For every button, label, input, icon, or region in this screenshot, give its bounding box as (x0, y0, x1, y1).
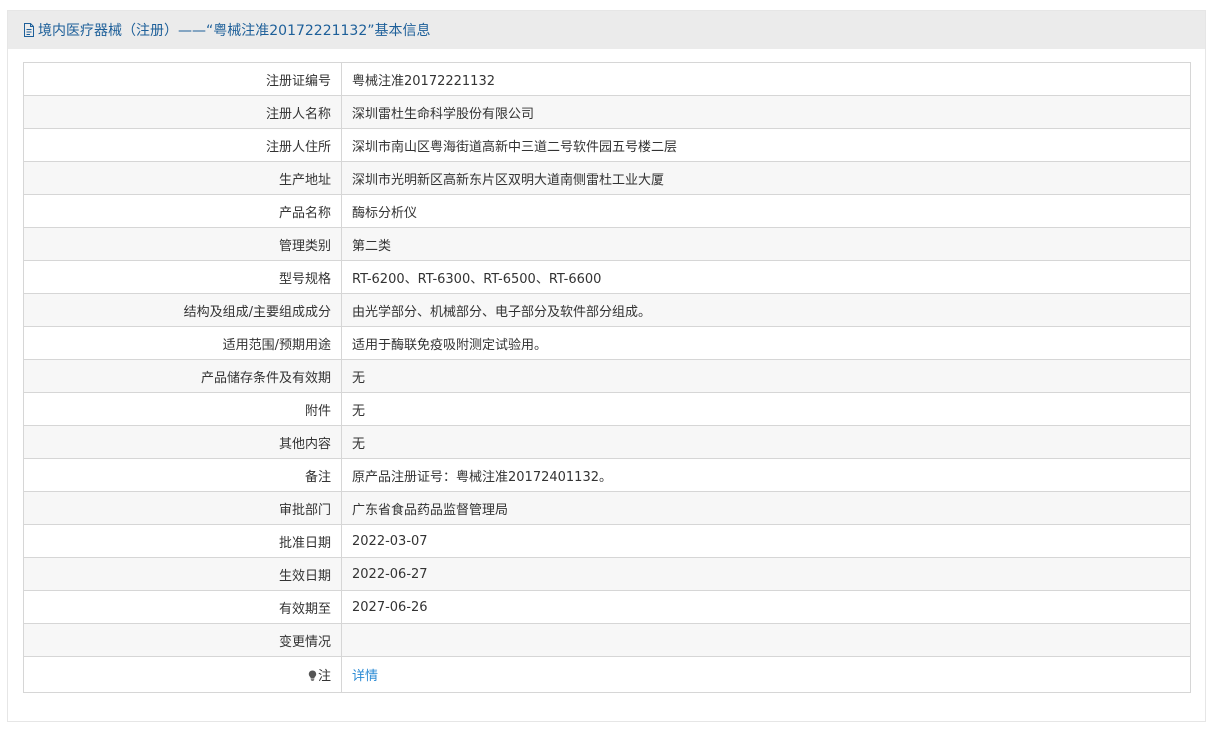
table-row: 管理类别 第二类 (23, 227, 1191, 261)
field-value: 2027-06-26 (341, 590, 1191, 624)
field-label: 其他内容 (23, 425, 342, 459)
table-row: 适用范围/预期用途 适用于酶联免疫吸附测定试验用。 (23, 326, 1191, 360)
field-value: RT-6200、RT-6300、RT-6500、RT-6600 (341, 260, 1191, 294)
table-row: 有效期至 2027-06-26 (23, 590, 1191, 624)
field-label: 型号规格 (23, 260, 342, 294)
field-value: 无 (341, 425, 1191, 459)
lightbulb-icon (308, 670, 317, 681)
field-value: 无 (341, 392, 1191, 426)
field-label: 适用范围/预期用途 (23, 326, 342, 360)
table-row: 批准日期 2022-03-07 (23, 524, 1191, 558)
table-row: 变更情况 (23, 623, 1191, 657)
field-label: 结构及组成/主要组成成分 (23, 293, 342, 327)
field-label: 审批部门 (23, 491, 342, 525)
field-label: 产品名称 (23, 194, 342, 228)
table-row: 审批部门 广东省食品药品监督管理局 (23, 491, 1191, 525)
field-value: 2022-06-27 (341, 557, 1191, 591)
field-label: 管理类别 (23, 227, 342, 261)
table-row: 生效日期 2022-06-27 (23, 557, 1191, 591)
table-row: 注册人住所 深圳市南山区粤海街道高新中三道二号软件园五号楼二层 (23, 128, 1191, 162)
field-value: 粤械注准20172221132 (341, 62, 1191, 96)
field-value: 深圳市光明新区高新东片区双明大道南侧雷杜工业大厦 (341, 161, 1191, 195)
field-value: 2022-03-07 (341, 524, 1191, 558)
note-value-cell: 详情 (341, 656, 1191, 693)
table-row: 结构及组成/主要组成成分 由光学部分、机械部分、电子部分及软件部分组成。 (23, 293, 1191, 327)
field-value: 深圳雷杜生命科学股份有限公司 (341, 95, 1191, 129)
table-row: 附件 无 (23, 392, 1191, 426)
field-value (341, 623, 1191, 657)
field-value: 无 (341, 359, 1191, 393)
field-label: 批准日期 (23, 524, 342, 558)
table-row: 产品储存条件及有效期 无 (23, 359, 1191, 393)
field-label: 产品储存条件及有效期 (23, 359, 342, 393)
field-value: 原产品注册证号：粤械注准20172401132。 (341, 458, 1191, 492)
table-row: 生产地址 深圳市光明新区高新东片区双明大道南侧雷杜工业大厦 (23, 161, 1191, 195)
page-title: 境内医疗器械（注册）——“粤械注准20172221132”基本信息 (38, 23, 431, 39)
field-label: 生产地址 (23, 161, 342, 195)
field-label: 有效期至 (23, 590, 342, 624)
info-table: 注册证编号 粤械注准20172221132 注册人名称 深圳雷杜生命科学股份有限… (23, 62, 1191, 693)
field-value: 由光学部分、机械部分、电子部分及软件部分组成。 (341, 293, 1191, 327)
field-value: 深圳市南山区粤海街道高新中三道二号软件园五号楼二层 (341, 128, 1191, 162)
table-row: 注册人名称 深圳雷杜生命科学股份有限公司 (23, 95, 1191, 129)
field-label: 注册证编号 (23, 62, 342, 96)
table-row: 产品名称 酶标分析仪 (23, 194, 1191, 228)
field-label: 备注 (23, 458, 342, 492)
info-panel: 境内医疗器械（注册）——“粤械注准20172221132”基本信息 注册证编号 … (7, 10, 1206, 722)
panel-header: 境内医疗器械（注册）——“粤械注准20172221132”基本信息 (8, 11, 1205, 49)
field-value: 酶标分析仪 (341, 194, 1191, 228)
details-link[interactable]: 详情 (352, 669, 378, 684)
field-label: 变更情况 (23, 623, 342, 657)
note-row: 注 详情 (23, 656, 1191, 693)
table-row: 注册证编号 粤械注准20172221132 (23, 62, 1191, 96)
field-label: 生效日期 (23, 557, 342, 591)
field-label: 注册人名称 (23, 95, 342, 129)
field-value: 适用于酶联免疫吸附测定试验用。 (341, 326, 1191, 360)
field-label: 附件 (23, 392, 342, 426)
table-row: 备注 原产品注册证号：粤械注准20172401132。 (23, 458, 1191, 492)
note-label-cell: 注 (23, 656, 342, 693)
field-value: 第二类 (341, 227, 1191, 261)
field-label: 注册人住所 (23, 128, 342, 162)
document-icon (22, 23, 36, 38)
field-value: 广东省食品药品监督管理局 (341, 491, 1191, 525)
table-row: 其他内容 无 (23, 425, 1191, 459)
table-row: 型号规格 RT-6200、RT-6300、RT-6500、RT-6600 (23, 260, 1191, 294)
note-label: 注 (317, 669, 331, 684)
